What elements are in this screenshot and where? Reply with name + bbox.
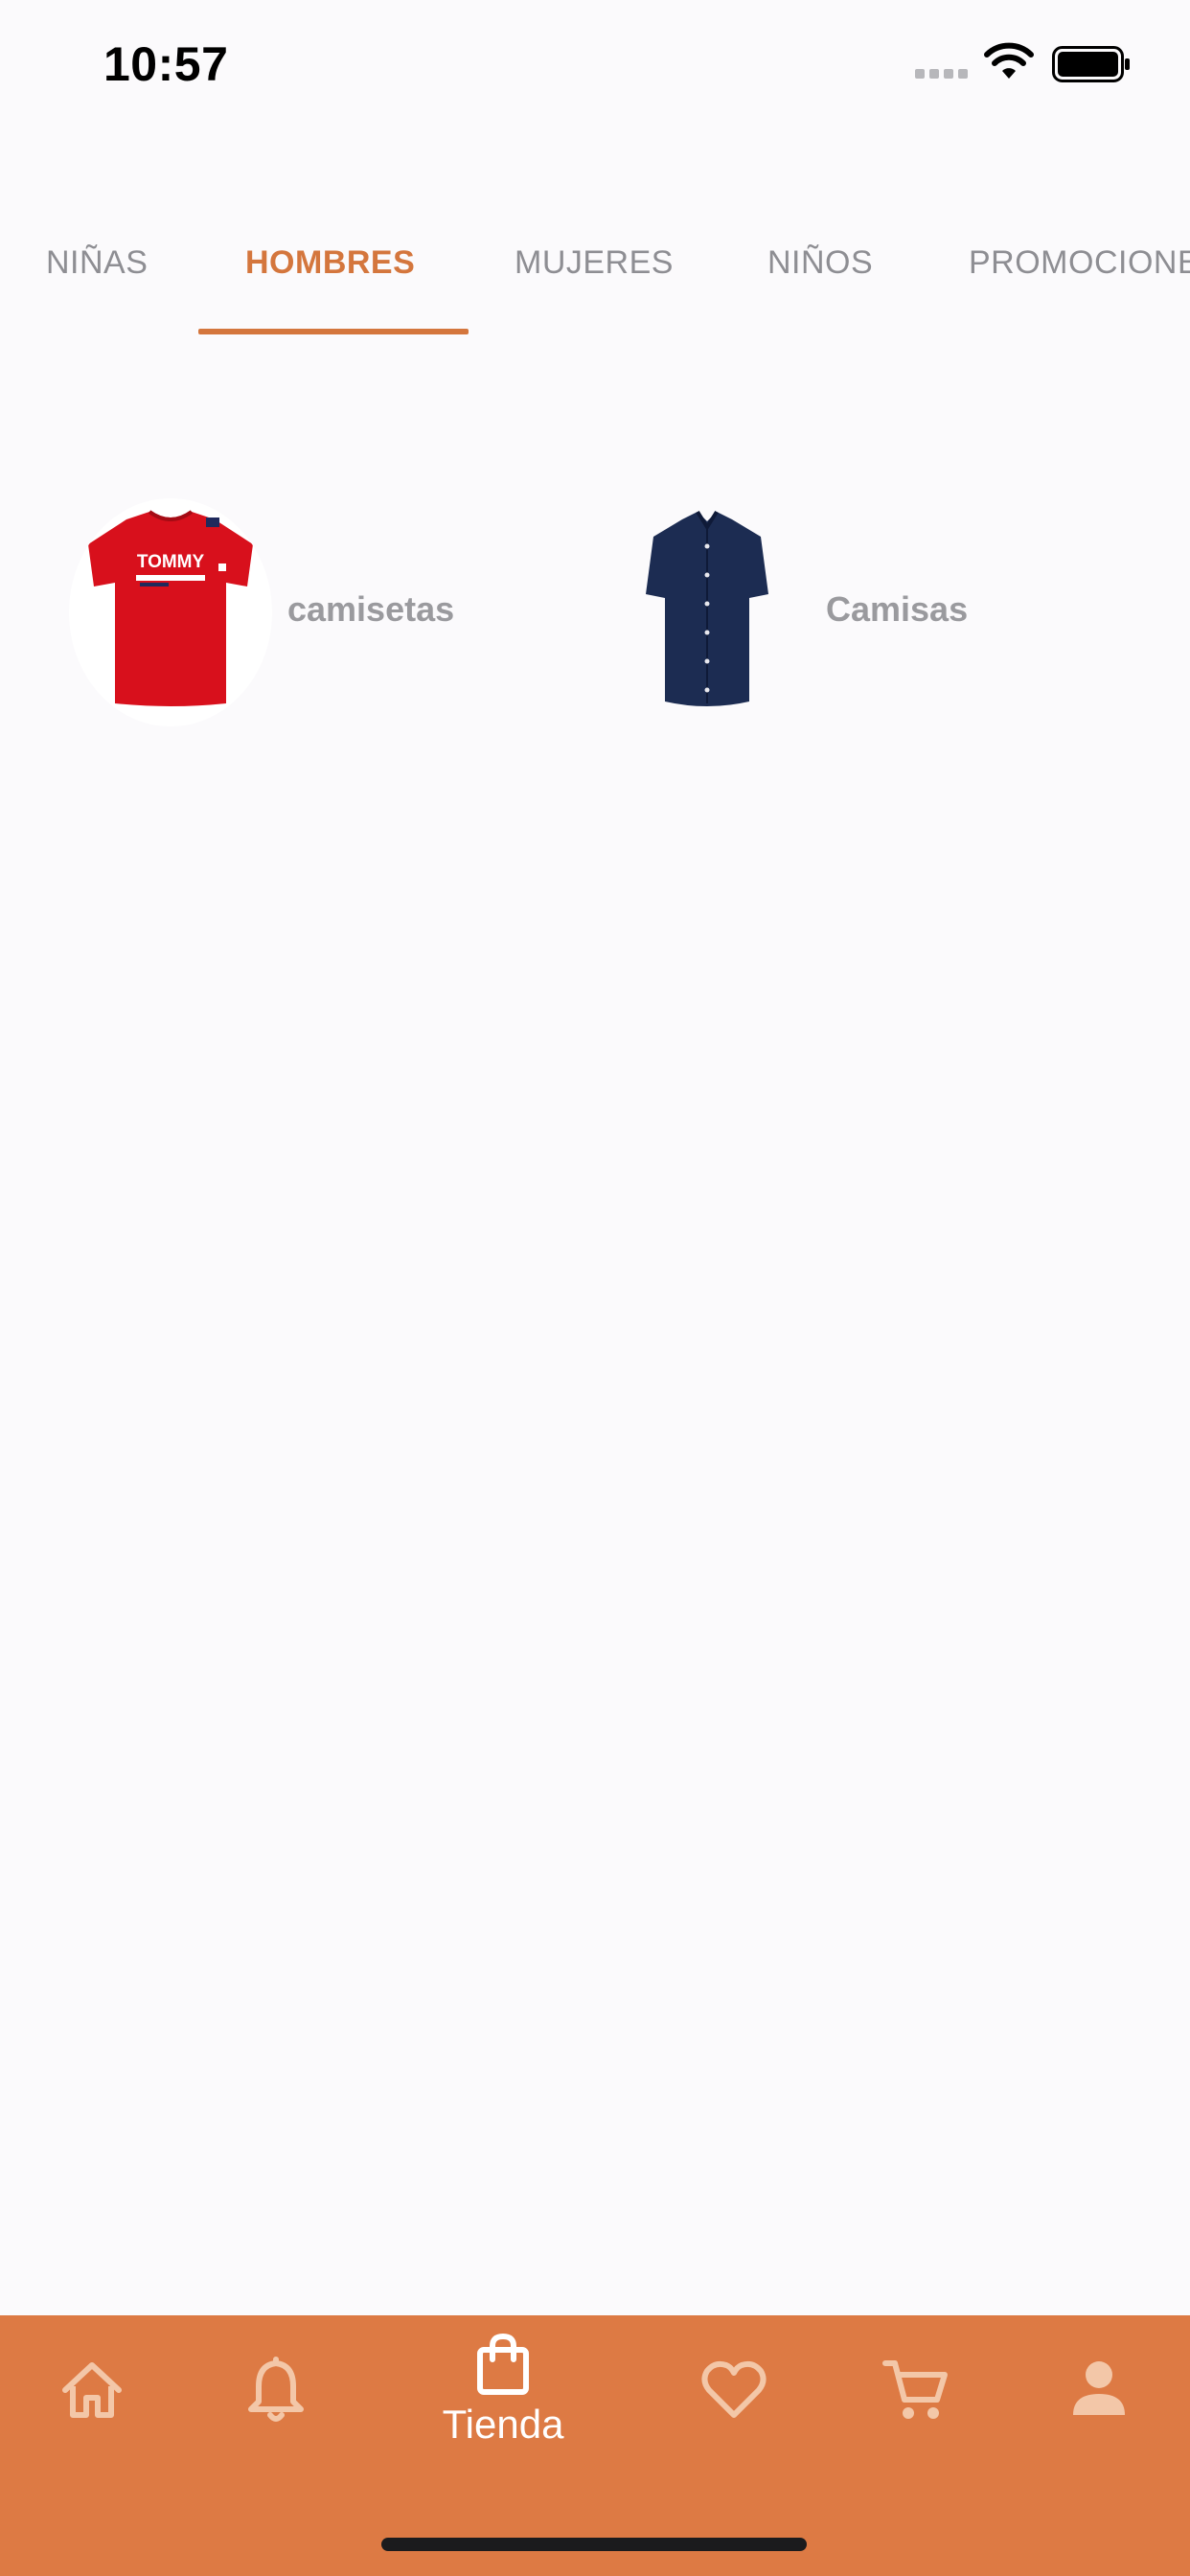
heart-icon — [701, 2360, 767, 2418]
cart-icon — [882, 2360, 948, 2419]
category-tabs: NIÑAS HOMBRES MUJERES NIÑOS PROMOCIONES — [0, 220, 1190, 335]
category-label: camisetas — [287, 589, 455, 629]
bell-icon — [248, 2357, 304, 2422]
status-time: 10:57 — [103, 37, 229, 91]
bottom-navigation: Tienda — [0, 2315, 1190, 2576]
tshirt-logo: TOMMY — [137, 552, 205, 572]
tab-ninas[interactable]: NIÑAS — [46, 244, 148, 282]
tab-hombres[interactable]: HOMBRES — [245, 244, 415, 282]
tab-ninos[interactable]: NIÑOS — [767, 244, 873, 282]
status-bar: 10:57 — [0, 0, 1190, 134]
nav-favorites[interactable] — [699, 2358, 768, 2421]
category-item-camisetas[interactable]: TOMMY camisetas — [69, 498, 491, 726]
navy-shirt-image — [606, 498, 809, 726]
nav-label-tienda: Tienda — [442, 2402, 564, 2447]
person-icon — [1073, 2361, 1125, 2415]
category-label: Camisas — [826, 589, 969, 629]
battery-icon — [1052, 46, 1130, 82]
cellular-signal-icon — [915, 69, 973, 80]
nav-profile[interactable] — [1069, 2358, 1129, 2421]
nav-notifications[interactable] — [241, 2354, 310, 2425]
nav-tienda[interactable]: Tienda — [422, 2333, 584, 2476]
home-indicator — [381, 2538, 807, 2551]
tab-promociones[interactable]: PROMOCIONES — [969, 244, 1190, 282]
red-tshirt-image: TOMMY — [69, 498, 272, 726]
wifi-icon — [984, 42, 1034, 79]
shopping-bag-icon — [477, 2333, 529, 2395]
home-icon — [62, 2362, 122, 2418]
nav-cart[interactable] — [881, 2356, 950, 2425]
active-tab-indicator — [198, 329, 469, 334]
tab-mujeres[interactable]: MUJERES — [515, 244, 674, 282]
category-item-camisas[interactable]: Camisas — [606, 498, 1027, 726]
nav-home[interactable] — [57, 2356, 126, 2425]
